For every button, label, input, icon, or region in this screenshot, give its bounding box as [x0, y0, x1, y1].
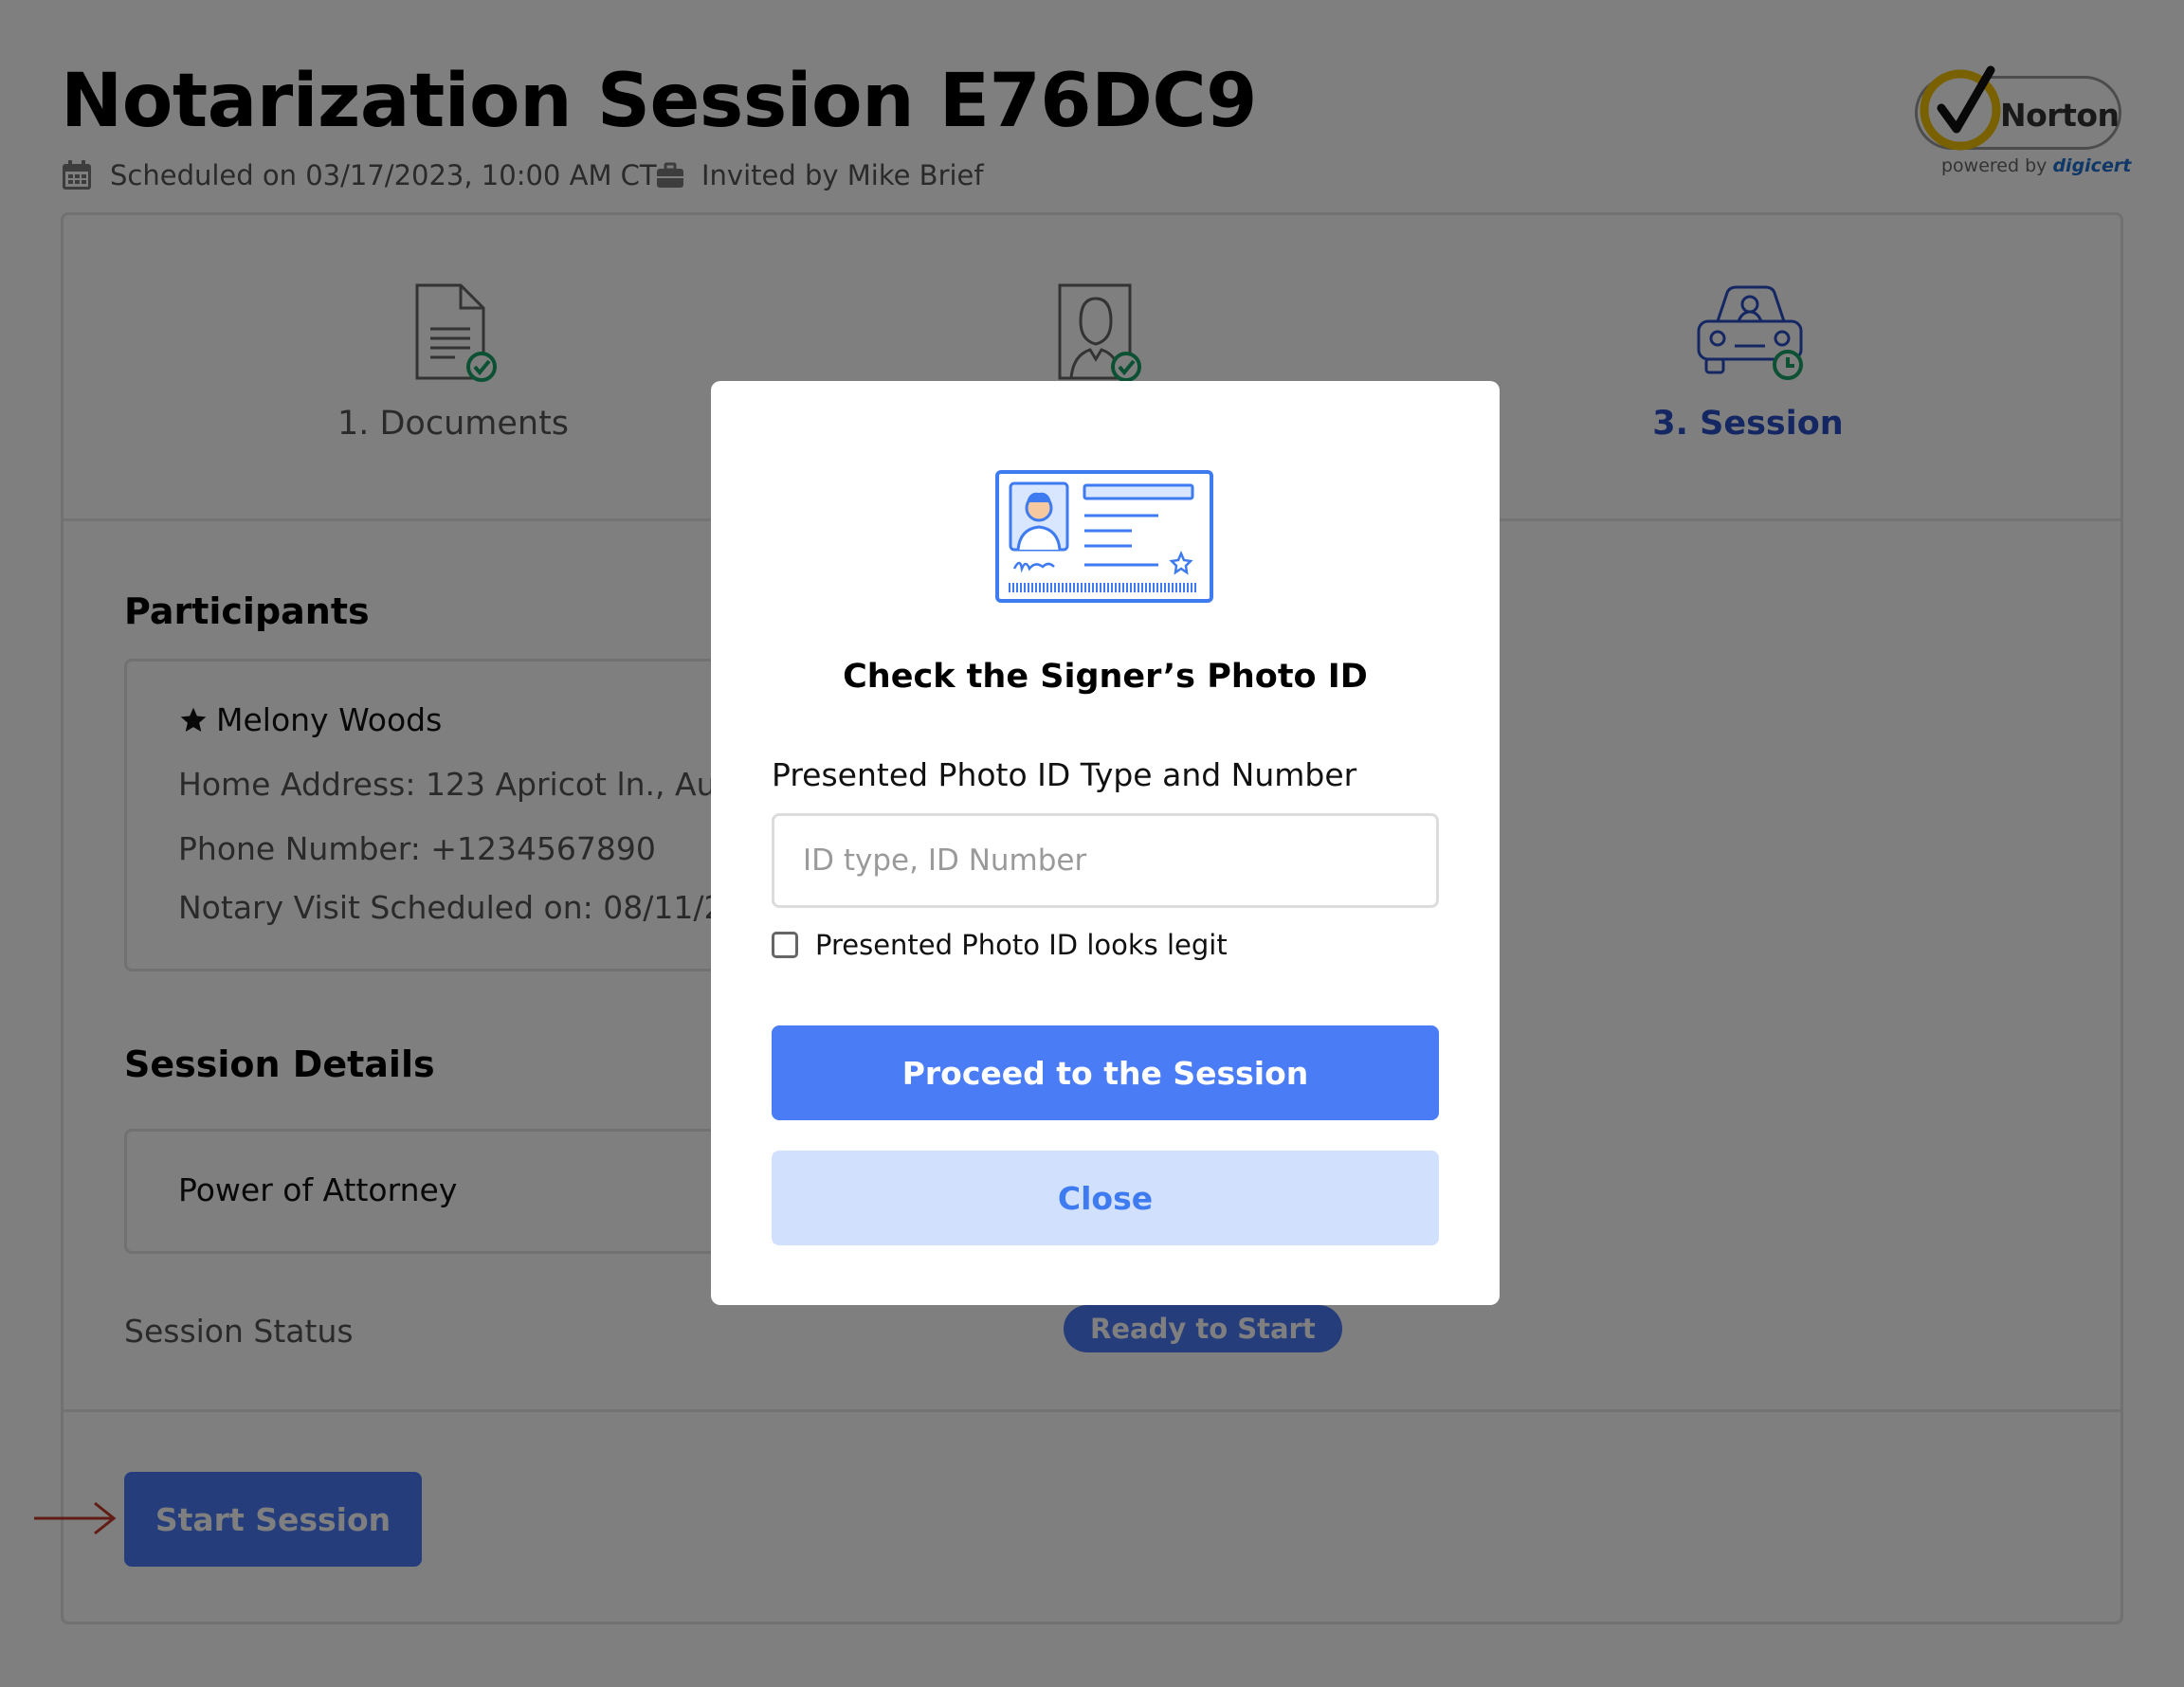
photo-id-legit-checkbox[interactable]	[772, 932, 798, 958]
proceed-to-session-button[interactable]: Proceed to the Session	[772, 1025, 1439, 1120]
photo-id-input[interactable]	[772, 813, 1439, 908]
photo-id-legit-label[interactable]: Presented Photo ID looks legit	[815, 929, 1228, 961]
photo-id-dialog: Check the Signer’s Photo ID Presented Ph…	[711, 381, 1500, 1305]
close-button[interactable]: Close	[772, 1151, 1439, 1245]
dialog-title: Check the Signer’s Photo ID	[843, 658, 1368, 696]
id-card-icon	[995, 470, 1213, 603]
page: Notarization Session E76DC9 Scheduled on…	[0, 0, 2184, 1687]
photo-id-field-label: Presented Photo ID Type and Number	[772, 756, 1357, 793]
photo-id-legit-checkbox-row[interactable]: Presented Photo ID looks legit	[772, 929, 1228, 961]
